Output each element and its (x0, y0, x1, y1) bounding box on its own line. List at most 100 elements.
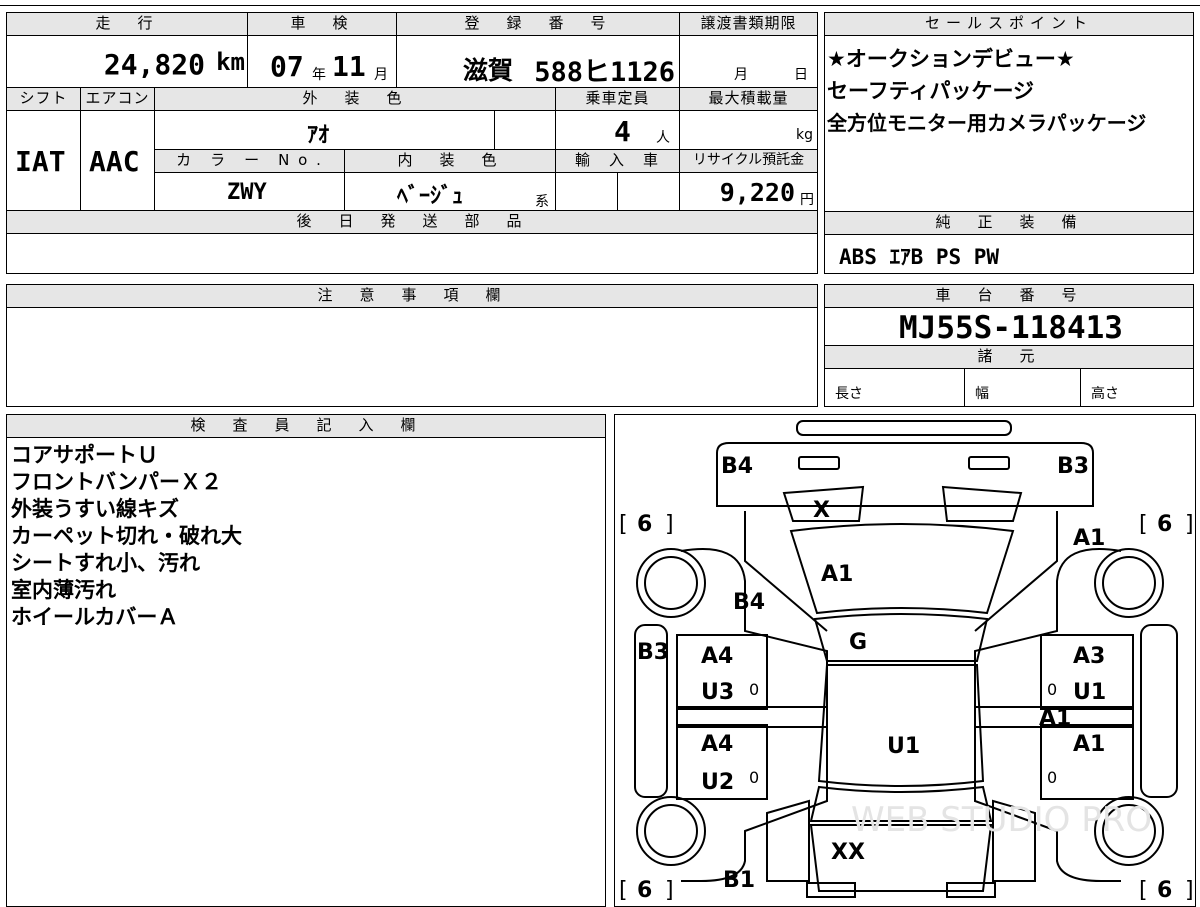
header-inspector: 検 査 員 記 入 欄 (6, 414, 606, 438)
windshield-outline (813, 613, 989, 662)
mark-b3-left: B3 (637, 640, 669, 665)
header-specs: 諸 元 (824, 345, 1194, 369)
inspector-line-3: 外装うすい線キズ (11, 497, 179, 521)
tire-bracket-rear-right: [ (1139, 878, 1148, 901)
top-strip (0, 0, 1200, 6)
header-color-number: カ ラ ー N o . (154, 149, 345, 173)
watermark: WEB STUDIO PRO (851, 800, 1152, 840)
header-notes: 注 意 事 項 欄 (6, 284, 818, 308)
interior-color-suffix: 系 (535, 194, 549, 210)
chassis-number-box: MJ55S-118413 (824, 307, 1194, 346)
shaken-cell: 07 年 11 月 (247, 35, 397, 88)
tire-label-rear-left: 6 (637, 878, 652, 901)
sales-point-line-1: ★オークションデビュー★ (827, 47, 1075, 71)
recycle-deposit-cell: 9,220 円 (679, 172, 818, 211)
inspector-line-4: カーペット切れ・破れ大 (11, 524, 242, 548)
header-shift: シフト (6, 87, 81, 111)
header-mileage: 走 行 (6, 12, 248, 36)
tire-bracket-rear-left-close: ] (665, 878, 674, 901)
mileage-unit: km (216, 48, 245, 76)
mark-x-windshield: X (813, 498, 830, 523)
spec-width-label: 幅 (975, 386, 989, 402)
zero-mark-front-left: 0 (749, 680, 759, 699)
tire-label-rear-right: 6 (1157, 878, 1172, 901)
mark-b4-fender: B4 (733, 590, 765, 615)
registration-region: 滋賀 (463, 56, 514, 85)
mark-b4-top: B4 (721, 454, 753, 479)
capacity-unit: 人 (656, 130, 670, 146)
inspector-line-1: コアサポートＵ (11, 443, 158, 467)
mark-u3: U3 (701, 680, 734, 705)
sales-point-line-3: 全方位モニター用カメラパッケージ (827, 111, 1147, 135)
front-outline (716, 442, 1094, 507)
header-interior-color: 内 装 色 (344, 149, 556, 173)
genuine-equipment-box: ABS ｴｱB PS PW (824, 234, 1194, 274)
interior-color-value: ﾍﾞｰｼﾞｭ (397, 184, 464, 209)
rear-left-quarter (766, 799, 810, 882)
sales-points-box: ★オークションデビュー★ セーフティパッケージ 全方位モニター用カメラパッケージ (824, 35, 1194, 212)
mileage-cell: 24,820 km (6, 35, 248, 88)
color-number-cell: ZWY (154, 172, 345, 211)
registration-number: 588ヒ1126 (534, 57, 675, 88)
transfer-day: 日 (794, 67, 808, 83)
tire-bracket-front-left-close: ] (665, 512, 674, 537)
spec-height-label: 高さ (1091, 386, 1119, 402)
main-table: 走 行 車 検 登 録 番 号 譲渡書類期限 24,820 km 07 年 11… (6, 12, 818, 274)
recycle-deposit-unit: 円 (800, 192, 814, 208)
mark-a1-hood: A1 (821, 562, 853, 587)
header-recycle-deposit: リサイクル預託金 (679, 149, 818, 173)
header-registration: 登 録 番 号 (396, 12, 680, 36)
recycle-deposit-value: 9,220 (719, 178, 795, 207)
exterior-color-extra (494, 110, 556, 150)
header-capacity: 乗車定員 (555, 87, 680, 111)
header-genuine-equipment: 純 正 装 備 (824, 211, 1194, 235)
header-exterior-color: 外 装 色 (154, 87, 556, 111)
chassis-number-value: MJ55S-118413 (899, 310, 1123, 346)
tire-front-left-inner (644, 556, 698, 610)
aircon-cell: AAC (80, 110, 155, 211)
shaken-year-unit: 年 (312, 67, 326, 83)
light-right (968, 456, 1010, 470)
inspector-line-2: フロントバンパーＸ２ (11, 470, 223, 494)
mark-u1-right: U1 (1073, 680, 1106, 705)
max-load-cell: kg (679, 110, 818, 150)
mark-b1-rear: B1 (723, 868, 755, 893)
capacity-value: 4 (614, 115, 631, 148)
exterior-color-cell: ｱｵ (154, 110, 495, 150)
tire-bracket-front-right-close: ] (1185, 512, 1194, 537)
spec-length-cell: 長さ (824, 368, 965, 407)
header-chassis-number: 車 台 番 号 (824, 284, 1194, 308)
header-later-parts: 後 日 発 送 部 品 (6, 210, 818, 234)
tire-front-left (636, 548, 706, 618)
zero-mark-rear-right: 0 (1047, 768, 1057, 787)
registration-cell: 滋賀 588ヒ1126 (396, 35, 680, 88)
tire-bracket-front-left: [ (619, 512, 628, 537)
header-sales-points: セールスポイント (824, 12, 1194, 36)
mark-a1-front-right: A1 (1073, 526, 1105, 551)
front-bumper-top (796, 420, 1012, 436)
aircon-value: AAC (89, 145, 140, 178)
tire-rear-left (636, 796, 706, 866)
sales-point-line-2: セーフティパッケージ (827, 79, 1035, 103)
zero-mark-rear-left: 0 (749, 768, 759, 787)
import-cell-b (617, 172, 680, 211)
shift-value: IAT (15, 145, 66, 178)
spec-height-cell: 高さ (1080, 368, 1194, 407)
shaken-month: 11 (332, 50, 366, 83)
capacity-cell: 4 人 (555, 110, 680, 150)
spec-width-cell: 幅 (964, 368, 1081, 407)
exterior-color-value: ｱｵ (307, 123, 330, 148)
inspector-line-5: シートすれ小、汚れ (11, 551, 200, 575)
later-parts-cell (6, 233, 818, 274)
interior-color-cell: ﾍﾞｰｼﾞｭ 系 (344, 172, 556, 211)
inspector-line-7: ホイールカバーＡ (11, 605, 179, 629)
transfer-deadline-cell: 月 日 (679, 35, 818, 88)
shaken-month-unit: 月 (374, 67, 388, 83)
max-load-unit: kg (796, 127, 813, 143)
right-sill (1140, 624, 1178, 798)
car-diagram: WEB STUDIO PRO [ 6 ] [ 6 ] [ 6 ] [ 6 ] 0… (619, 420, 1194, 901)
genuine-equipment-items: ABS ｴｱB PS PW (839, 245, 1000, 269)
zero-mark-front-right: 0 (1047, 680, 1057, 699)
inspector-box: コアサポートＵ フロントバンパーＸ２ 外装うすい線キズ カーペット切れ・破れ大 … (6, 437, 606, 907)
mark-a1-rear-right: A1 (1073, 732, 1105, 757)
